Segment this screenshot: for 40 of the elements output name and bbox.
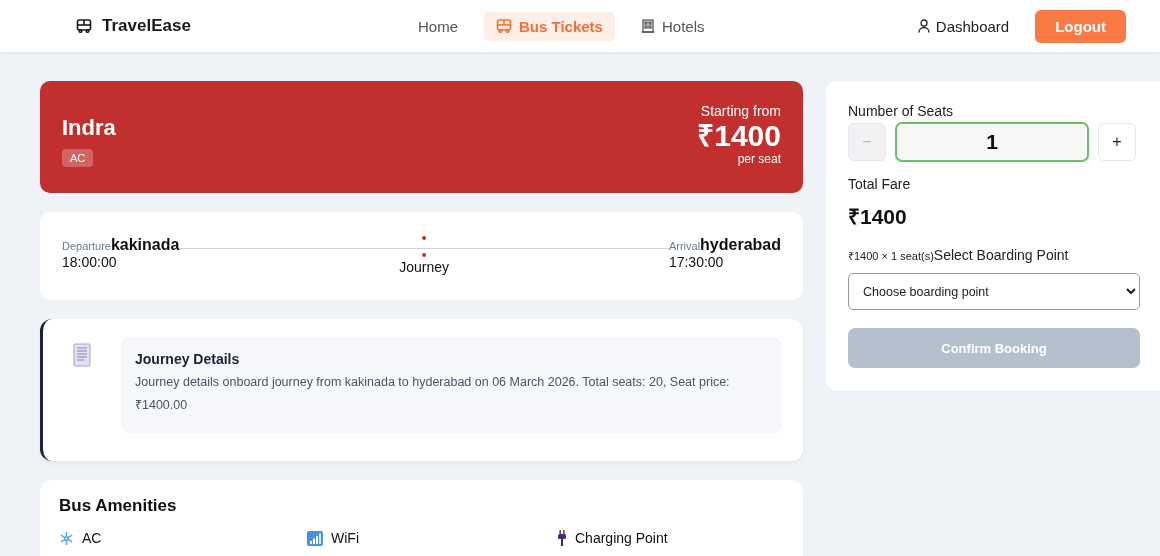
seats-label: Number of Seats bbox=[848, 103, 955, 119]
total-fare-label: Total Fare bbox=[848, 176, 912, 192]
details-text: Journey details onboard journey from kakinada to hyderabad on 06 March 2026. Total seats: 20, Seat price: ₹1400.00 bbox=[135, 374, 731, 414]
user-icon bbox=[917, 19, 930, 33]
bus-name: Indra bbox=[62, 115, 116, 141]
price-label: Starting from bbox=[700, 103, 781, 119]
route-dot bbox=[422, 236, 427, 240]
boarding-label: Select Boarding Point bbox=[933, 247, 1069, 263]
boarding-point-dropdown[interactable]: Choose boarding point bbox=[848, 273, 1140, 310]
details-title: Journey Details bbox=[135, 351, 241, 367]
amenity-label: WiFi bbox=[331, 530, 359, 546]
plug-icon bbox=[557, 530, 567, 546]
brand-name: TravelEase bbox=[102, 16, 191, 36]
city-name: kakinada bbox=[110, 236, 180, 254]
per-seat-label: per seat bbox=[737, 152, 781, 166]
nav-link[interactable]: Hotels bbox=[628, 11, 717, 41]
departure-label: Departure bbox=[62, 240, 111, 252]
document-icon bbox=[73, 343, 91, 367]
snowflake-icon bbox=[59, 530, 74, 546]
building-icon bbox=[640, 19, 655, 33]
amenities-title: Bus Amenities bbox=[59, 496, 178, 516]
total-fare: ₹1400 bbox=[848, 204, 908, 230]
plus-button[interactable]: + bbox=[1098, 123, 1136, 161]
nav-link[interactable]: Home bbox=[406, 11, 470, 41]
amenity-label: Charging Point bbox=[575, 530, 668, 546]
price: ₹1400 bbox=[697, 119, 781, 152]
amenity-label: AC bbox=[82, 530, 102, 546]
bus-icon bbox=[496, 19, 512, 33]
route-dot bbox=[422, 253, 427, 257]
city-name: hyderabad bbox=[700, 236, 781, 254]
seat-count-field[interactable]: 1 bbox=[895, 122, 1089, 162]
fare-breakdown: ₹1400 × 1 seat(s) bbox=[848, 250, 934, 263]
journey-label: Journey bbox=[399, 259, 450, 275]
departure-time: 18:00:00 bbox=[62, 254, 118, 270]
bus-icon bbox=[76, 19, 92, 33]
signal-bars-icon bbox=[307, 530, 323, 546]
dashboard-link[interactable]: Dashboard bbox=[917, 17, 1010, 35]
arrival-time: 17:30:00 bbox=[668, 254, 724, 270]
arrival-label: Arrival bbox=[668, 240, 701, 252]
bus-type-tag: AC bbox=[62, 149, 94, 167]
